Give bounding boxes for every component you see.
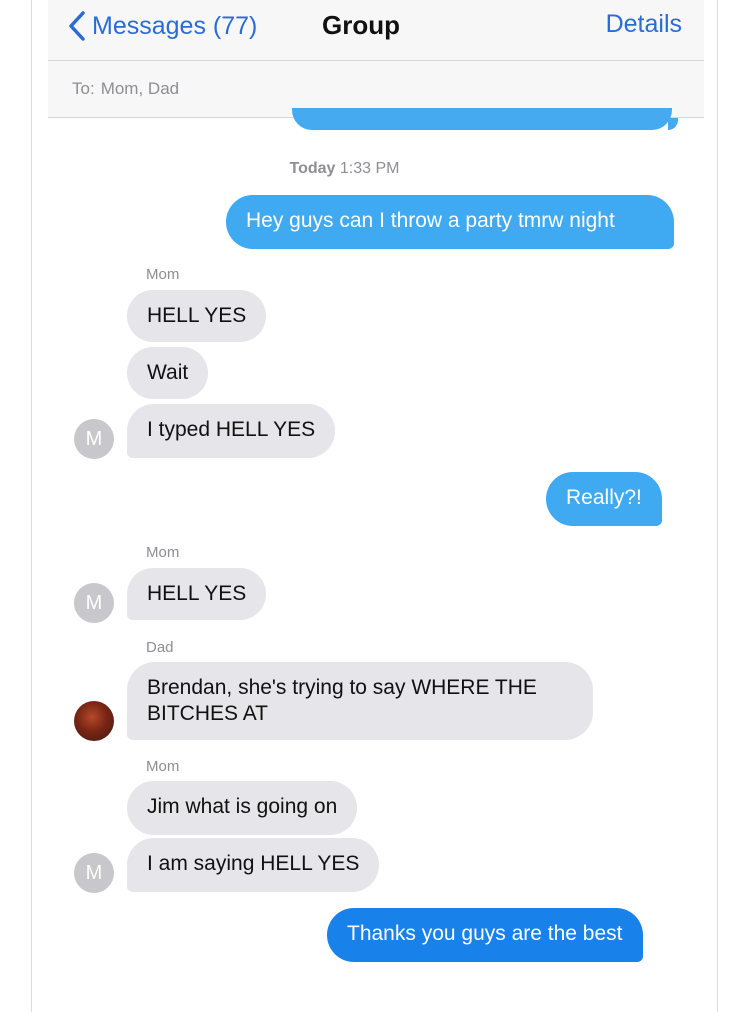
outgoing-message-bubble[interactable]: Really?! [546,472,662,526]
outgoing-message-bubble[interactable]: Hey guys can I throw a party tmrw night [226,195,674,249]
navigation-bar: Messages (77) Group Details [48,0,704,61]
message-text: Brendan, she's trying to say WHERE THE B… [147,676,537,725]
sender-name: Dad [146,639,174,656]
timestamp-day: Today [289,160,336,177]
previous-message-bubble[interactable] [292,108,672,130]
message-text: HELL YES [147,304,247,327]
incoming-message-bubble[interactable]: I am saying HELL YES [127,838,380,892]
sender-avatar[interactable]: M [74,419,114,459]
incoming-message-bubble[interactable]: HELL YES [127,290,267,342]
sender-name: Mom [146,544,180,561]
phone-screen: Messages (77) Group Details To: Mom, Dad… [31,0,718,1012]
recipients-list: Mom, Dad [100,79,180,98]
incoming-message-bubble[interactable]: I typed HELL YES [127,404,336,458]
timestamp-time: 1:33 PM [339,160,400,177]
incoming-message-bubble[interactable]: Brendan, she's trying to say WHERE THE B… [127,662,593,740]
message-text: I typed HELL YES [147,418,316,441]
chevron-left-icon [69,11,85,41]
message-text: HELL YES [147,582,247,605]
message-text: I am saying HELL YES [147,852,360,875]
message-text: Hey guys can I throw a party tmrw night [246,209,615,232]
dad-avatar-photo[interactable] [74,701,114,741]
message-timestamp-text: Today 1:33 PM [290,160,400,177]
outgoing-message-bubble[interactable]: Thanks you guys are the best [327,908,643,962]
message-text: Really?! [566,486,642,509]
details-button[interactable]: Details [606,10,682,39]
message-text: Wait [147,361,189,384]
incoming-message-bubble[interactable]: HELL YES [127,568,267,620]
sender-name: Mom [146,758,180,775]
sender-name: Mom [146,266,180,283]
avatar-initial: M [85,861,103,884]
incoming-message-bubble[interactable]: Jim what is going on [127,781,358,835]
back-button-label: Messages (77) [92,11,258,40]
message-text: Jim what is going on [147,795,338,818]
previous-message-tail [668,118,678,130]
message-text: Thanks you guys are the best [347,922,623,945]
avatar-initial: M [85,427,103,450]
message-timestamp: Today 1:33 PM [32,160,717,178]
incoming-message-bubble[interactable]: Wait [127,347,209,399]
conversation-title-text: Group [322,10,400,40]
back-button[interactable]: Messages (77) [66,8,257,44]
sender-avatar[interactable]: M [74,853,114,893]
sender-avatar[interactable]: M [74,583,114,623]
avatar-initial: M [85,591,103,614]
to-label: To: [72,79,95,98]
